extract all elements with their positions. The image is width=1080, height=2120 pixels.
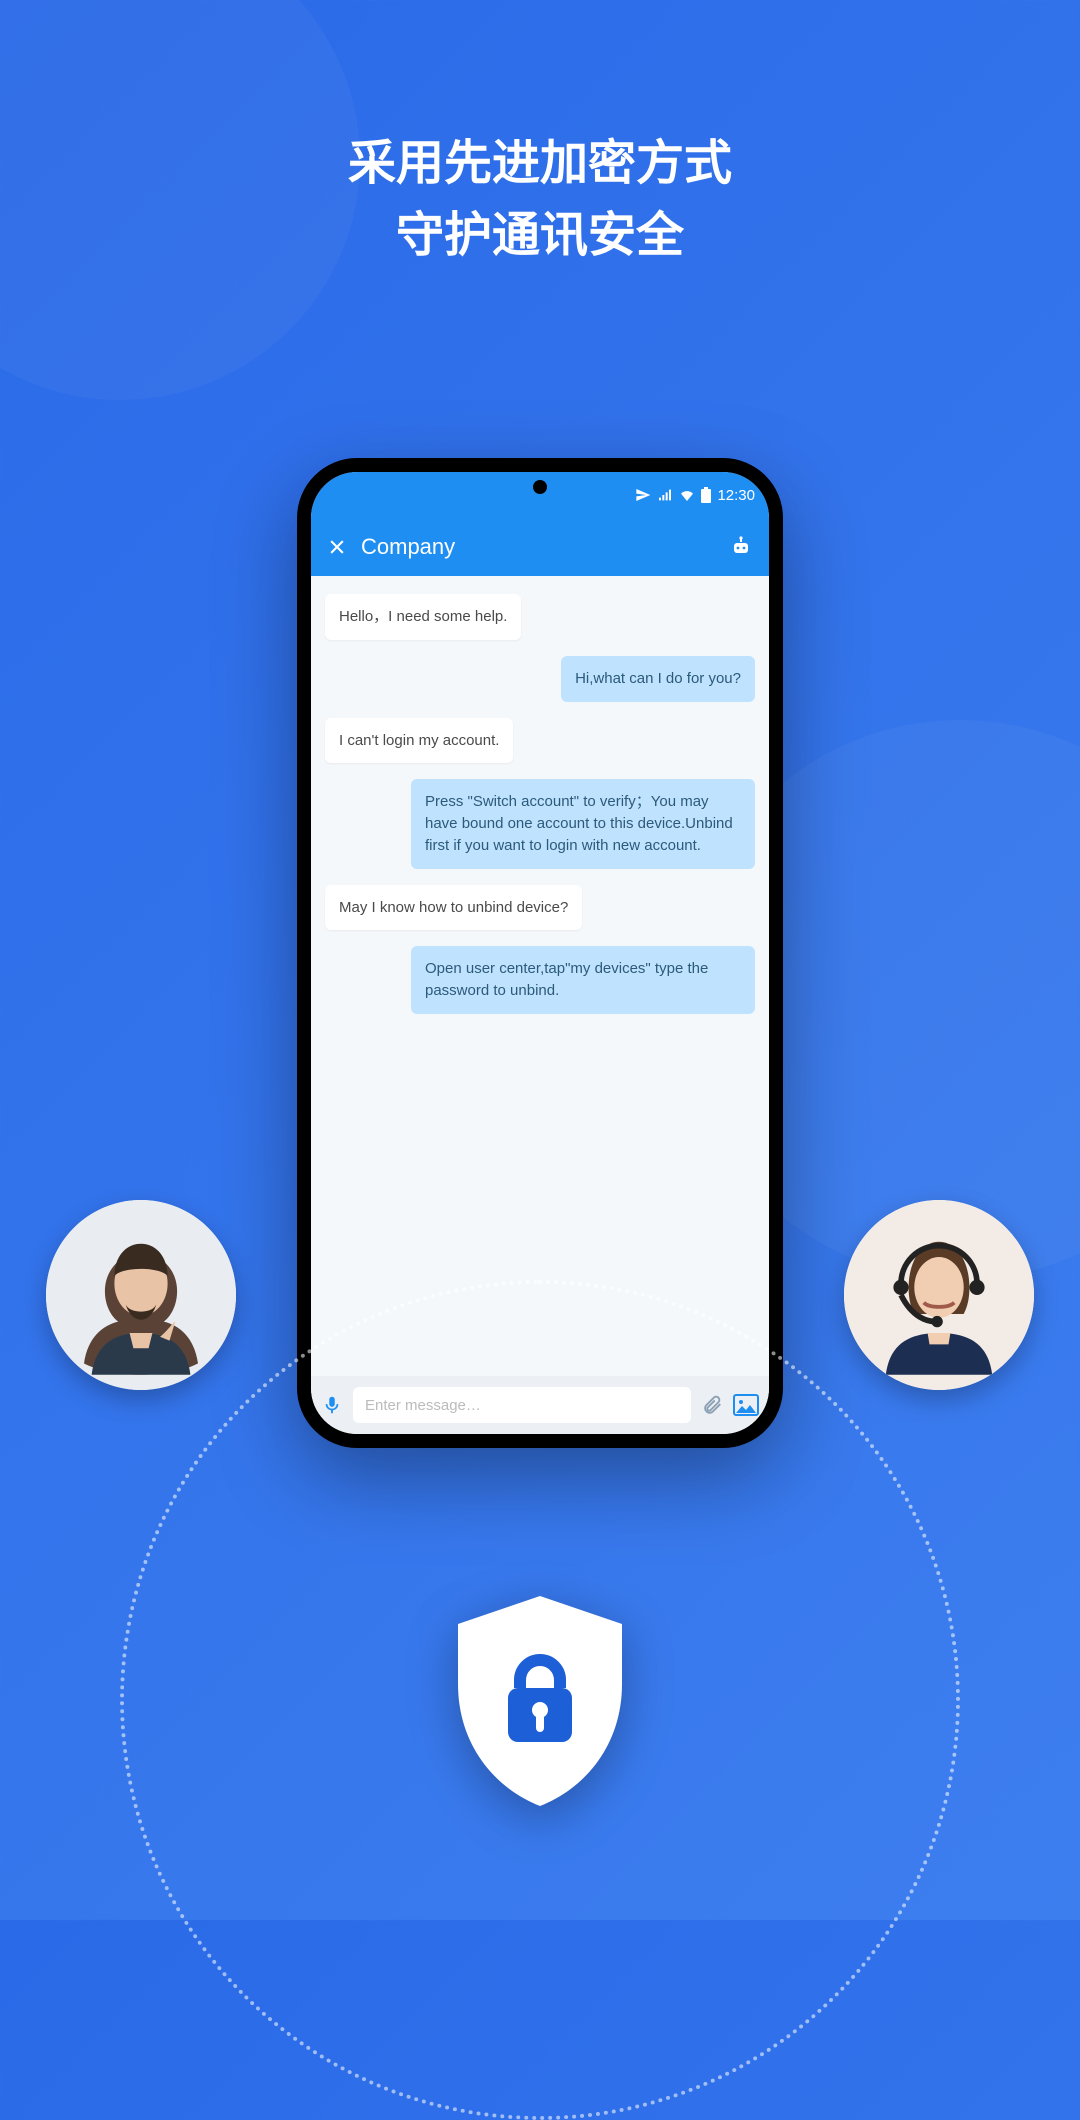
- chat-bubble: I can't login my account.: [325, 718, 513, 764]
- paper-plane-icon: [635, 487, 651, 503]
- chat-bubble: Open user center,tap"my devices" type th…: [411, 946, 755, 1014]
- battery-icon: [701, 487, 711, 503]
- female-agent-headset-avatar: [844, 1200, 1034, 1390]
- chat-title: Company: [361, 534, 455, 560]
- chat-bubble: Hello，I need some help.: [325, 594, 521, 640]
- chat-area: Hello，I need some help. Hi,what can I do …: [311, 576, 769, 1376]
- wifi-icon: [679, 487, 695, 503]
- shield-lock-icon: [445, 1590, 635, 1810]
- headline: 采用先进加密方式 守护通讯安全: [0, 128, 1080, 272]
- headline-line2: 守护通讯安全: [0, 200, 1080, 272]
- chat-titlebar: Company: [311, 518, 769, 576]
- camera-punch-hole: [533, 480, 547, 494]
- robot-icon[interactable]: [729, 535, 753, 559]
- male-user-avatar: [46, 1200, 236, 1390]
- headline-line1: 采用先进加密方式: [0, 128, 1080, 200]
- chat-bubble: May I know how to unbind device?: [325, 885, 582, 931]
- chat-bubble: Press "Switch account" to verify；You may…: [411, 779, 755, 868]
- signal-icon: [657, 487, 673, 503]
- status-time: 12:30: [717, 487, 755, 504]
- close-icon[interactable]: [327, 537, 347, 557]
- status-bar: 12:30: [311, 472, 769, 518]
- chat-bubble: Hi,what can I do for you?: [561, 656, 755, 702]
